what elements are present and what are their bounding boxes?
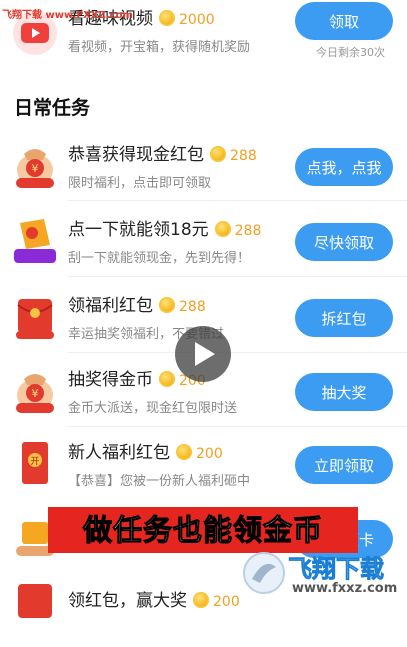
- coin-icon: [214, 221, 231, 237]
- task-title: 抽奖得金币: [68, 370, 153, 390]
- coin-icon: [176, 444, 192, 460]
- red-envelope-icon: [10, 580, 60, 630]
- divider: [68, 200, 407, 201]
- svg-text:¥: ¥: [32, 162, 39, 175]
- logo-icon: [243, 552, 285, 594]
- task-action-button[interactable]: 立即领取: [295, 446, 393, 484]
- task-title: 领福利红包: [68, 296, 153, 316]
- coin-icon: [193, 592, 209, 608]
- task-points: 288: [179, 299, 206, 315]
- task-row[interactable]: 点一下就能领18元 288 刮一下就能领现金，先到先得！ 尽快领取: [0, 203, 407, 278]
- task-title: 恭喜获得现金红包: [68, 145, 204, 165]
- watermark-url: www.fxxz.com: [292, 581, 398, 596]
- cash-bag-icon: ¥: [10, 365, 60, 415]
- red-envelope-icon: [10, 291, 60, 341]
- task-row[interactable]: ¥ 恭喜获得现金红包 288 限时福利，点击即可领取 点我，点我: [0, 128, 407, 203]
- task-points: 2000: [179, 12, 215, 28]
- task-action-button[interactable]: 点我，点我: [295, 148, 393, 186]
- remaining-count: 今日剩余30次: [316, 46, 385, 59]
- task-desc: 看视频，开宝箱，获得随机奖励: [68, 40, 251, 55]
- cash-bag-icon: ¥: [10, 140, 60, 190]
- task-desc: 金币大派送，现金红包限时送: [68, 401, 238, 416]
- task-title: 领红包，赢大奖: [68, 591, 187, 611]
- task-desc: 限时福利，点击即可领取: [68, 176, 212, 191]
- task-desc: 【恭喜】您被一份新人福利砸中: [68, 474, 251, 489]
- task-desc: 刮一下就能领现金，先到先得！: [68, 251, 251, 266]
- open-envelope-icon: 开: [10, 438, 60, 488]
- play-button[interactable]: [175, 326, 231, 382]
- section-title: 日常任务: [14, 97, 91, 119]
- task-action-button[interactable]: 尽快领取: [295, 223, 393, 261]
- divider: [68, 276, 407, 277]
- svg-text:¥: ¥: [32, 387, 39, 400]
- play-icon: [195, 342, 215, 366]
- task-action-button[interactable]: 拆红包: [295, 299, 393, 337]
- coin-icon: [210, 146, 226, 162]
- task-title: 新人福利红包: [68, 443, 170, 463]
- claim-button[interactable]: 领取: [295, 2, 393, 40]
- task-points: 288: [234, 223, 262, 239]
- svg-text:开: 开: [30, 456, 39, 467]
- coin-icon: [159, 297, 175, 313]
- task-points: 200: [196, 446, 223, 462]
- watermark-top: 飞翔下载 www.FXXZ.com: [2, 10, 133, 21]
- watermark-logo-text: 飞翔下载: [288, 555, 385, 584]
- gift-18-icon: [10, 215, 60, 265]
- task-action-button[interactable]: 抽大奖: [295, 373, 393, 411]
- watermark-logo: 飞翔下载 www.fxxz.com: [240, 545, 400, 603]
- task-points: 200: [213, 594, 240, 610]
- coin-icon: [159, 10, 175, 26]
- task-title: 点一下就能领18元: [68, 220, 209, 240]
- task-points: 288: [230, 148, 257, 164]
- coin-icon: [159, 371, 175, 387]
- task-row[interactable]: 开 新人福利红包 200 【恭喜】您被一份新人福利砸中 立即领取: [0, 426, 407, 501]
